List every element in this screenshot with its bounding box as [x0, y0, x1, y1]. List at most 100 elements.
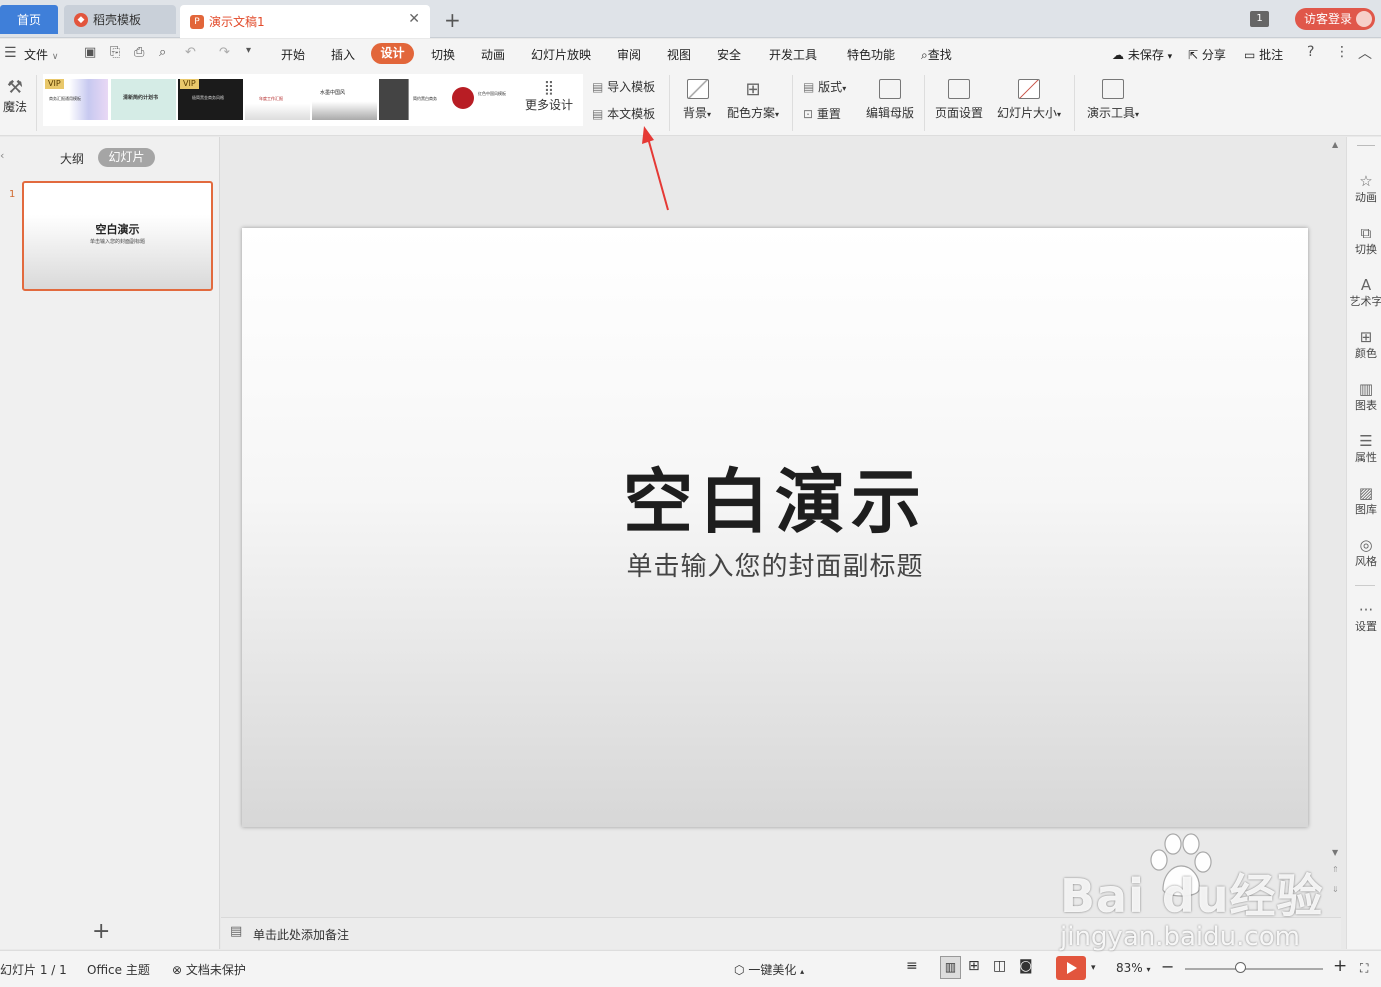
undo-icon[interactable]: ↶	[185, 45, 196, 60]
zoom-slider[interactable]	[1185, 968, 1323, 970]
sidebar-item-animation[interactable]: ☆ 动画	[1347, 173, 1381, 205]
format-painter-icon[interactable]: ⎘	[110, 45, 120, 60]
theme-name[interactable]: Office 主题	[87, 961, 150, 978]
template-thumbnail-3[interactable]: VIP 极简黑金商务风格	[178, 79, 243, 120]
menu-insert[interactable]: 插入	[331, 46, 355, 63]
beautify-button[interactable]: ⬡ 一键美化 ▴	[734, 961, 804, 978]
presenter-view-icon[interactable]: ◙	[1019, 958, 1033, 974]
menu-transition[interactable]: 切换	[431, 46, 455, 63]
cloud-icon: ☁	[1112, 48, 1124, 62]
menu-start[interactable]: 开始	[281, 46, 305, 63]
sidebar-item-chart[interactable]: ▥ 图表	[1347, 381, 1381, 413]
menu-special-features[interactable]: 特色功能	[847, 46, 895, 63]
template-thumbnail-2[interactable]: 清新简约计划书	[111, 79, 176, 120]
tab-document[interactable]: P 演示文稿1 ✕	[180, 5, 430, 38]
vertical-scrollbar[interactable]: ▲ ▼ ⇑ ⇓	[1329, 140, 1343, 917]
sidebar-item-gallery[interactable]: ▨ 图库	[1347, 485, 1381, 517]
menu-security[interactable]: 安全	[717, 46, 741, 63]
paw-logo-icon	[1150, 833, 1212, 897]
more-design-button[interactable]: ⣿ 更多设计	[522, 80, 576, 113]
unsaved-status[interactable]: ☁ 未保存 ▾	[1112, 46, 1172, 63]
window-count-badge[interactable]: 1	[1250, 11, 1269, 27]
print-icon[interactable]: ⎙	[134, 45, 144, 60]
zoom-in-icon[interactable]: +	[1333, 956, 1347, 976]
play-slideshow-button[interactable]	[1056, 956, 1086, 980]
normal-view-icon[interactable]: ▥	[940, 956, 961, 979]
menu-view[interactable]: 视图	[667, 46, 691, 63]
zoom-out-icon[interactable]: −	[1161, 957, 1174, 976]
tab-docer-templates[interactable]: ◆ 稻壳模板	[64, 5, 176, 34]
comment-button[interactable]: ▭ 批注	[1244, 46, 1283, 63]
background-button[interactable]: 背景▾	[679, 79, 715, 121]
layout-button[interactable]: ▤ 版式▾	[803, 78, 846, 95]
slide-sorter-icon[interactable]: ⊞	[968, 958, 980, 974]
sidebar-item-transition[interactable]: ⧉ 切换	[1347, 225, 1381, 257]
tab-outline[interactable]: 大纲	[60, 150, 84, 167]
save-icon[interactable]: ▣	[84, 45, 96, 60]
reading-view-icon[interactable]: ◫	[993, 958, 1006, 974]
share-button[interactable]: ⇱ 分享	[1188, 46, 1226, 63]
template-thumbnail-7[interactable]: 红色中国风模板	[446, 79, 511, 120]
page-setup-button[interactable]: 页面设置	[934, 79, 984, 121]
new-tab-button[interactable]: +	[444, 8, 461, 32]
fit-window-icon[interactable]: ⛶	[1360, 961, 1368, 976]
sidebar-item-style[interactable]: ◎ 风格	[1347, 537, 1381, 569]
collapse-ribbon-icon[interactable]: ︿	[1358, 43, 1372, 63]
zoom-slider-handle[interactable]	[1235, 962, 1246, 973]
scroll-down-icon[interactable]: ▼	[1332, 848, 1338, 857]
chevron-down-icon: ∨	[51, 52, 59, 62]
more-options-icon[interactable]: ⋮	[1335, 44, 1349, 60]
menu-developer[interactable]: 开发工具	[769, 46, 817, 63]
add-slide-button[interactable]: +	[92, 919, 110, 944]
menu-review[interactable]: 审阅	[617, 46, 641, 63]
slide-subtitle[interactable]: 单击输入您的封面副标题	[242, 546, 1308, 583]
guest-login-button[interactable]: 访客登录	[1295, 8, 1375, 30]
slide-canvas[interactable]: 空白演示 单击输入您的封面副标题	[242, 228, 1308, 827]
slide-size-button[interactable]: 幻灯片大小▾	[994, 79, 1064, 121]
presentation-tools-button[interactable]: 演示工具▾	[1084, 79, 1142, 121]
color-scheme-button[interactable]: ⊞ 配色方案▾	[724, 79, 782, 121]
menu-slideshow[interactable]: 幻灯片放映	[531, 46, 591, 63]
close-tab-icon[interactable]: ✕	[408, 11, 420, 27]
prev-slide-icon[interactable]: ⇑	[1332, 865, 1339, 874]
beautify-label: 一键美化	[748, 963, 797, 977]
hamburger-icon[interactable]: ☰	[4, 45, 17, 61]
help-icon[interactable]: ?	[1307, 44, 1314, 60]
quick-access-dropdown-icon[interactable]: ▾	[246, 45, 251, 56]
menu-animation[interactable]: 动画	[481, 46, 505, 63]
redo-icon[interactable]: ↷	[219, 45, 230, 60]
document-protection[interactable]: ⊗ 文档未保护	[172, 961, 246, 978]
template-thumbnail-1[interactable]: VIP 商务汇报通用模板	[43, 79, 108, 120]
chart-icon: ▥	[1358, 380, 1374, 398]
print-preview-icon[interactable]: ⌕	[159, 45, 166, 60]
sidebar-item-properties[interactable]: ☰ 属性	[1347, 433, 1381, 465]
zoom-level[interactable]: 83% ▾	[1116, 961, 1151, 975]
slide-thumbnail-1[interactable]: 空白演示 单击输入您的封面副标题	[22, 181, 213, 291]
template-thumbnail-6[interactable]: 简约黑白商务	[379, 79, 444, 120]
slide-title[interactable]: 空白演示	[242, 446, 1308, 547]
collapse-panel-icon[interactable]: ‹	[0, 149, 4, 162]
notes-pane[interactable]: ▤ 单击此处添加备注	[221, 917, 1341, 949]
tab-home[interactable]: 首页	[0, 5, 58, 34]
chevron-down-icon[interactable]: ▾	[1091, 963, 1096, 973]
next-slide-icon[interactable]: ⇓	[1332, 885, 1339, 894]
sidebar-item-color[interactable]: ⊞ 颜色	[1347, 329, 1381, 361]
scroll-up-icon[interactable]: ▲	[1332, 140, 1338, 149]
sidebar-item-settings[interactable]: ··· 设置	[1347, 602, 1381, 634]
notes-toggle-icon[interactable]: ≡	[906, 958, 918, 974]
sidebar-item-wordart[interactable]: A 艺术字	[1347, 277, 1381, 309]
protection-label: 文档未保护	[185, 963, 246, 977]
menu-design[interactable]: 设计	[371, 43, 414, 64]
magic-button[interactable]: ⚒ 魔法	[2, 77, 28, 115]
status-bar: 幻灯片 1 / 1 Office 主题 ⊗ 文档未保护 ⬡ 一键美化 ▴ ≡ ▥…	[0, 950, 1381, 987]
reset-icon: ⊡	[803, 107, 814, 121]
import-template-button[interactable]: ▤ 导入模板	[592, 78, 655, 95]
reset-button[interactable]: ⊡ 重置	[803, 105, 841, 122]
menu-file[interactable]: 文件 ∨	[24, 46, 58, 63]
template-thumbnail-5[interactable]: 水墨中国风	[312, 79, 377, 120]
menu-find[interactable]: ⌕查找	[921, 46, 952, 63]
edit-master-button[interactable]: 编辑母版	[865, 79, 915, 121]
share-label: 分享	[1201, 48, 1226, 62]
template-thumbnail-4[interactable]: 年度工作汇报	[245, 79, 310, 120]
tab-slides[interactable]: 幻灯片	[98, 148, 155, 167]
